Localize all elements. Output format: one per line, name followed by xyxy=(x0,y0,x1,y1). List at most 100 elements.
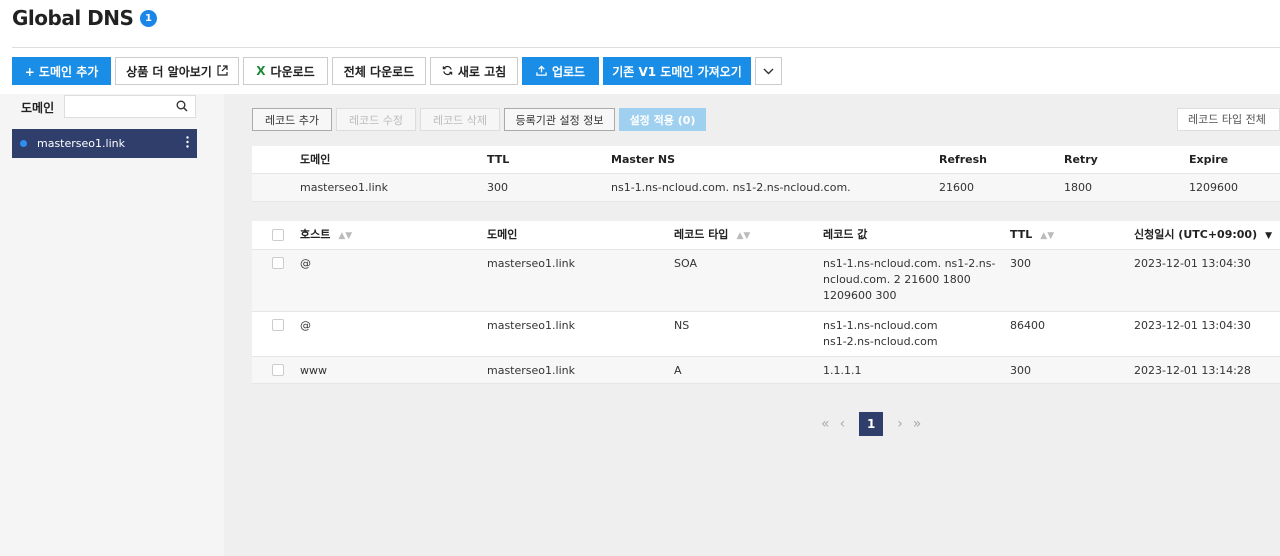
edit-record-button[interactable]: 레코드 수정 xyxy=(336,108,416,131)
col-host[interactable]: 호스트 ▲▼ xyxy=(300,227,352,244)
page-title: Global DNS xyxy=(12,6,134,30)
learn-more-button[interactable]: 상품 더 알아보기 xyxy=(115,57,239,85)
add-domain-button[interactable]: + 도메인 추가 xyxy=(12,57,111,85)
page-current[interactable]: 1 xyxy=(859,412,884,436)
add-record-button[interactable]: 레코드 추가 xyxy=(252,108,332,131)
col-record-domain: 도메인 xyxy=(487,228,518,241)
sort-desc-icon[interactable]: ▼ xyxy=(1265,231,1272,241)
registrar-info-button[interactable]: 등록기관 설정 정보 xyxy=(504,108,615,131)
record-value-cell: ns1-1.ns-ncloud.com. ns1-2.ns- ncloud.co… xyxy=(823,256,995,304)
download-label: 다운로드 xyxy=(270,64,315,79)
col-record-type[interactable]: 레코드 타입 ▲▼ xyxy=(674,227,750,244)
download-button[interactable]: X 다운로드 xyxy=(243,57,328,85)
col-retry: Retry xyxy=(1064,153,1098,166)
domain-list-item[interactable]: masterseo1.link xyxy=(12,129,197,158)
table-row[interactable]: www masterseo1.link A 1.1.1.1 300 2023-1… xyxy=(252,357,1280,384)
record-value-cell: ns1-1.ns-ncloud.com ns1-2.ns-ncloud.com xyxy=(823,318,938,350)
prev-page-icon[interactable]: ‹ xyxy=(840,416,846,432)
col-ttl: TTL xyxy=(487,153,510,166)
record-domain-cell: masterseo1.link xyxy=(487,364,575,377)
record-value-line: ns1-1.ns-ncloud.com xyxy=(823,319,938,332)
col-record-ttl-label: TTL xyxy=(1010,228,1033,241)
record-domain-cell: masterseo1.link xyxy=(487,257,575,270)
domain-item-name: masterseo1.link xyxy=(37,137,125,150)
refresh-cell: 21600 xyxy=(939,181,974,194)
apply-settings-button[interactable]: 설정 적용 (0) xyxy=(619,108,706,131)
record-value-line: ncloud.com. 2 21600 1800 xyxy=(823,273,971,286)
kebab-menu-icon[interactable] xyxy=(186,136,189,152)
request-date-cell: 2023-12-01 13:04:30 xyxy=(1134,257,1251,270)
learn-more-label: 상품 더 알아보기 xyxy=(126,64,212,79)
record-type-select[interactable]: 레코드 타입 전체 xyxy=(1177,108,1280,131)
ttl-cell: 300 xyxy=(487,181,508,194)
record-panel: 레코드 추가 레코드 수정 레코드 삭제 등록기관 설정 정보 설정 적용 (0… xyxy=(224,94,1280,556)
select-all-checkbox[interactable] xyxy=(272,229,284,241)
upload-icon xyxy=(536,64,547,78)
row-checkbox[interactable] xyxy=(272,364,284,376)
record-ttl-cell: 300 xyxy=(1010,364,1031,377)
download-all-button[interactable]: 전체 다운로드 xyxy=(332,57,426,85)
refresh-icon xyxy=(442,65,453,78)
delete-record-button[interactable]: 레코드 삭제 xyxy=(420,108,500,131)
sort-icon[interactable]: ▲▼ xyxy=(736,231,750,241)
domain-search-input[interactable] xyxy=(65,96,165,117)
domain-table-row: masterseo1.link 300 ns1-1.ns-ncloud.com.… xyxy=(252,174,1280,202)
retry-cell: 1800 xyxy=(1064,181,1092,194)
refresh-button[interactable]: 새로 고침 xyxy=(430,57,518,85)
search-icon[interactable] xyxy=(176,100,188,115)
col-master-ns: Master NS xyxy=(611,153,676,166)
sort-icon[interactable]: ▲▼ xyxy=(1040,231,1054,241)
title-divider xyxy=(12,47,1280,48)
count-badge[interactable]: 1 xyxy=(140,10,157,27)
record-domain-cell: masterseo1.link xyxy=(487,319,575,332)
host-cell: www xyxy=(300,364,327,377)
domain-cell: masterseo1.link xyxy=(300,181,388,194)
excel-icon: X xyxy=(256,64,266,78)
table-row[interactable]: @ masterseo1.link SOA ns1-1.ns-ncloud.co… xyxy=(252,250,1280,312)
record-value-line: 1.1.1.1 xyxy=(823,364,862,377)
record-type-cell: SOA xyxy=(674,257,697,270)
record-ttl-cell: 86400 xyxy=(1010,319,1045,332)
sort-icon[interactable]: ▲▼ xyxy=(338,231,352,241)
request-date-cell: 2023-12-01 13:04:30 xyxy=(1134,319,1251,332)
row-checkbox[interactable] xyxy=(272,319,284,331)
col-request-date-label: 신청일시 (UTC+09:00) xyxy=(1134,228,1258,241)
master-ns-cell: ns1-1.ns-ncloud.com. ns1-2.ns-ncloud.com… xyxy=(611,181,851,194)
col-refresh: Refresh xyxy=(939,153,987,166)
expire-cell: 1209600 xyxy=(1189,181,1238,194)
next-page-icon[interactable]: › xyxy=(897,416,903,432)
row-checkbox[interactable] xyxy=(272,257,284,269)
pagination: « ‹ 1 › » xyxy=(821,412,921,436)
last-page-icon[interactable]: » xyxy=(913,416,922,432)
col-request-date[interactable]: 신청일시 (UTC+09:00) ▼ xyxy=(1134,227,1272,244)
table-row[interactable]: @ masterseo1.link NS ns1-1.ns-ncloud.com… xyxy=(252,312,1280,357)
host-cell: @ xyxy=(300,319,311,332)
host-cell: @ xyxy=(300,257,311,270)
record-type-cell: NS xyxy=(674,319,690,332)
record-table: 호스트 ▲▼ 도메인 레코드 타입 ▲▼ 레코드 값 TTL ▲▼ 신청일시 (UTC… xyxy=(252,221,1280,384)
col-record-ttl[interactable]: TTL ▲▼ xyxy=(1010,227,1054,244)
sidebar-label: 도메인 xyxy=(21,101,55,115)
record-value-line: ns1-2.ns-ncloud.com xyxy=(823,335,938,348)
record-table-header: 호스트 ▲▼ 도메인 레코드 타입 ▲▼ 레코드 값 TTL ▲▼ 신청일시 (UTC… xyxy=(252,221,1280,250)
import-v1-domain-button[interactable]: 기존 V1 도메인 가져오기 xyxy=(603,57,751,85)
status-dot-icon xyxy=(20,140,27,147)
upload-label: 업로드 xyxy=(551,64,586,79)
request-date-cell: 2023-12-01 13:14:28 xyxy=(1134,364,1251,377)
domain-info-table: 도메인 TTL Master NS Refresh Retry Expire m… xyxy=(252,146,1280,202)
upload-button[interactable]: 업로드 xyxy=(522,57,599,85)
domain-sidebar: 도메인 masterseo1.link xyxy=(0,94,224,556)
col-domain: 도메인 xyxy=(300,153,331,166)
domain-search-box xyxy=(64,95,196,118)
record-toolbar: 레코드 추가 레코드 수정 레코드 삭제 등록기관 설정 정보 설정 적용 (0… xyxy=(252,108,706,131)
external-link-icon xyxy=(217,64,228,78)
record-ttl-cell: 300 xyxy=(1010,257,1031,270)
col-record-type-label: 레코드 타입 xyxy=(674,228,729,241)
title-bar: Global DNS 1 xyxy=(0,0,1280,46)
main-toolbar: + 도메인 추가 상품 더 알아보기 X 다운로드 전체 다운로드 새로 고침 … xyxy=(12,57,782,85)
col-host-label: 호스트 xyxy=(300,228,331,241)
domain-table-header: 도메인 TTL Master NS Refresh Retry Expire xyxy=(252,146,1280,174)
more-options-button[interactable] xyxy=(755,57,782,85)
first-page-icon[interactable]: « xyxy=(821,416,830,432)
chevron-down-icon xyxy=(763,64,774,78)
